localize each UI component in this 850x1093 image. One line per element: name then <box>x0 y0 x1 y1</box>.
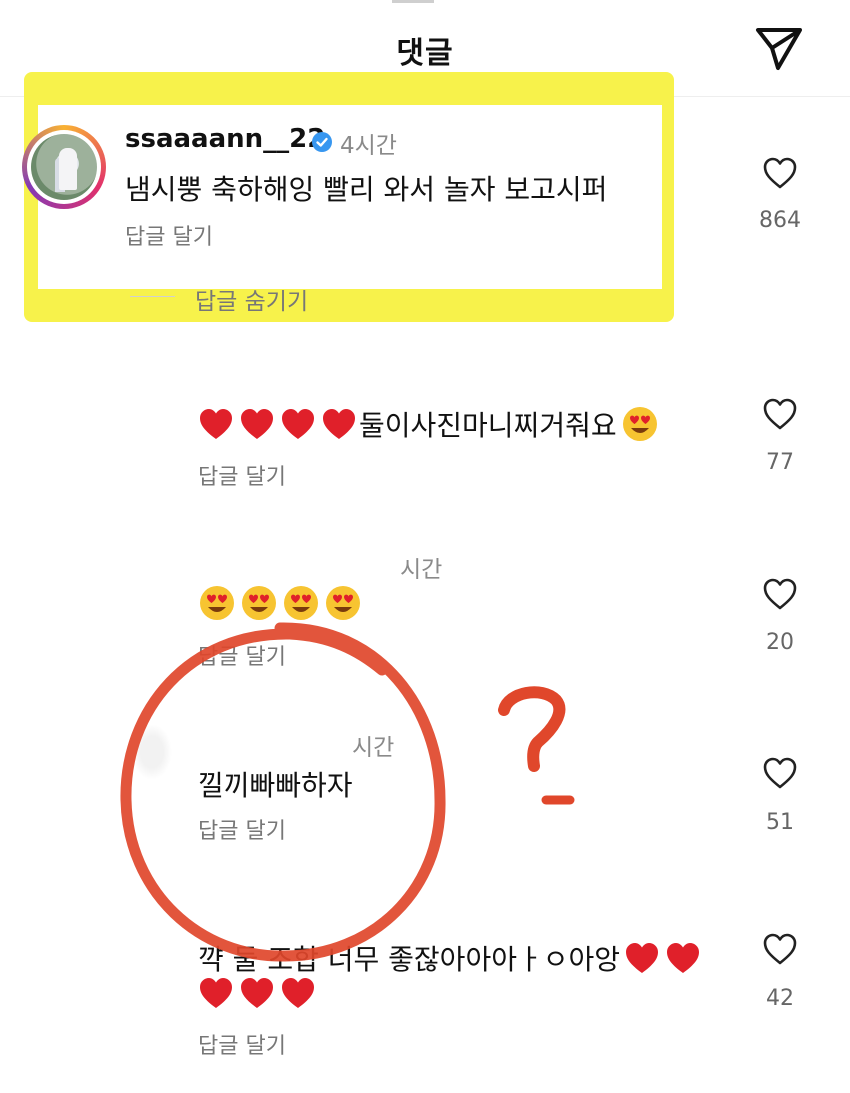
like-count: 51 <box>766 810 794 835</box>
red-heart-icon <box>282 978 314 1008</box>
red-heart-icon <box>241 978 273 1008</box>
heart-outline-icon[interactable] <box>762 577 798 611</box>
like-count: 42 <box>766 986 794 1011</box>
like-count: 20 <box>766 630 794 655</box>
sheet-handle <box>392 0 434 3</box>
hide-replies-button[interactable]: 답글 숨기기 <box>195 282 308 316</box>
red-circle-annotation <box>120 622 446 962</box>
page-title: 댓글 <box>396 36 454 71</box>
like-count: 864 <box>759 208 801 233</box>
heart-outline-icon[interactable] <box>762 756 798 790</box>
reply-button[interactable]: 답글 달기 <box>198 459 286 491</box>
comment-text: 둘이사진마니찌거줘요 <box>359 409 617 442</box>
comment-username[interactable]: ssaaaann__22 <box>125 124 325 154</box>
red-heart-icon <box>667 943 700 973</box>
reply-button[interactable]: 답글 달기 <box>198 1028 286 1060</box>
heart-eyes-emoji-icon <box>622 407 657 441</box>
comment-time: 4시간 <box>340 133 397 159</box>
heart-outline-icon[interactable] <box>762 397 798 431</box>
red-heart-icon <box>323 409 355 439</box>
like-count: 77 <box>766 450 794 475</box>
question-mark-annotation <box>498 686 575 805</box>
heart-outline-icon[interactable] <box>762 156 798 190</box>
red-heart-icon <box>200 978 232 1008</box>
comment-text-row: 둘이사진마니찌거줘요 <box>198 404 663 444</box>
avatar[interactable] <box>22 125 106 209</box>
hide-replies-line <box>130 296 175 297</box>
comment-text-row-2 <box>198 976 321 1010</box>
comment-text: 냄시뿡 축하해잉 빨리 와서 놀자 보고시퍼 <box>125 173 608 206</box>
comment-time: 시간 <box>400 557 443 583</box>
red-heart-icon <box>626 943 659 973</box>
send-icon[interactable] <box>752 24 806 72</box>
reply-button[interactable]: 답글 달기 <box>125 219 213 251</box>
verified-badge-icon <box>312 132 332 152</box>
red-heart-icon <box>200 409 232 439</box>
heart-outline-icon[interactable] <box>762 932 798 966</box>
red-heart-icon <box>241 409 273 439</box>
red-heart-icon <box>282 409 314 439</box>
